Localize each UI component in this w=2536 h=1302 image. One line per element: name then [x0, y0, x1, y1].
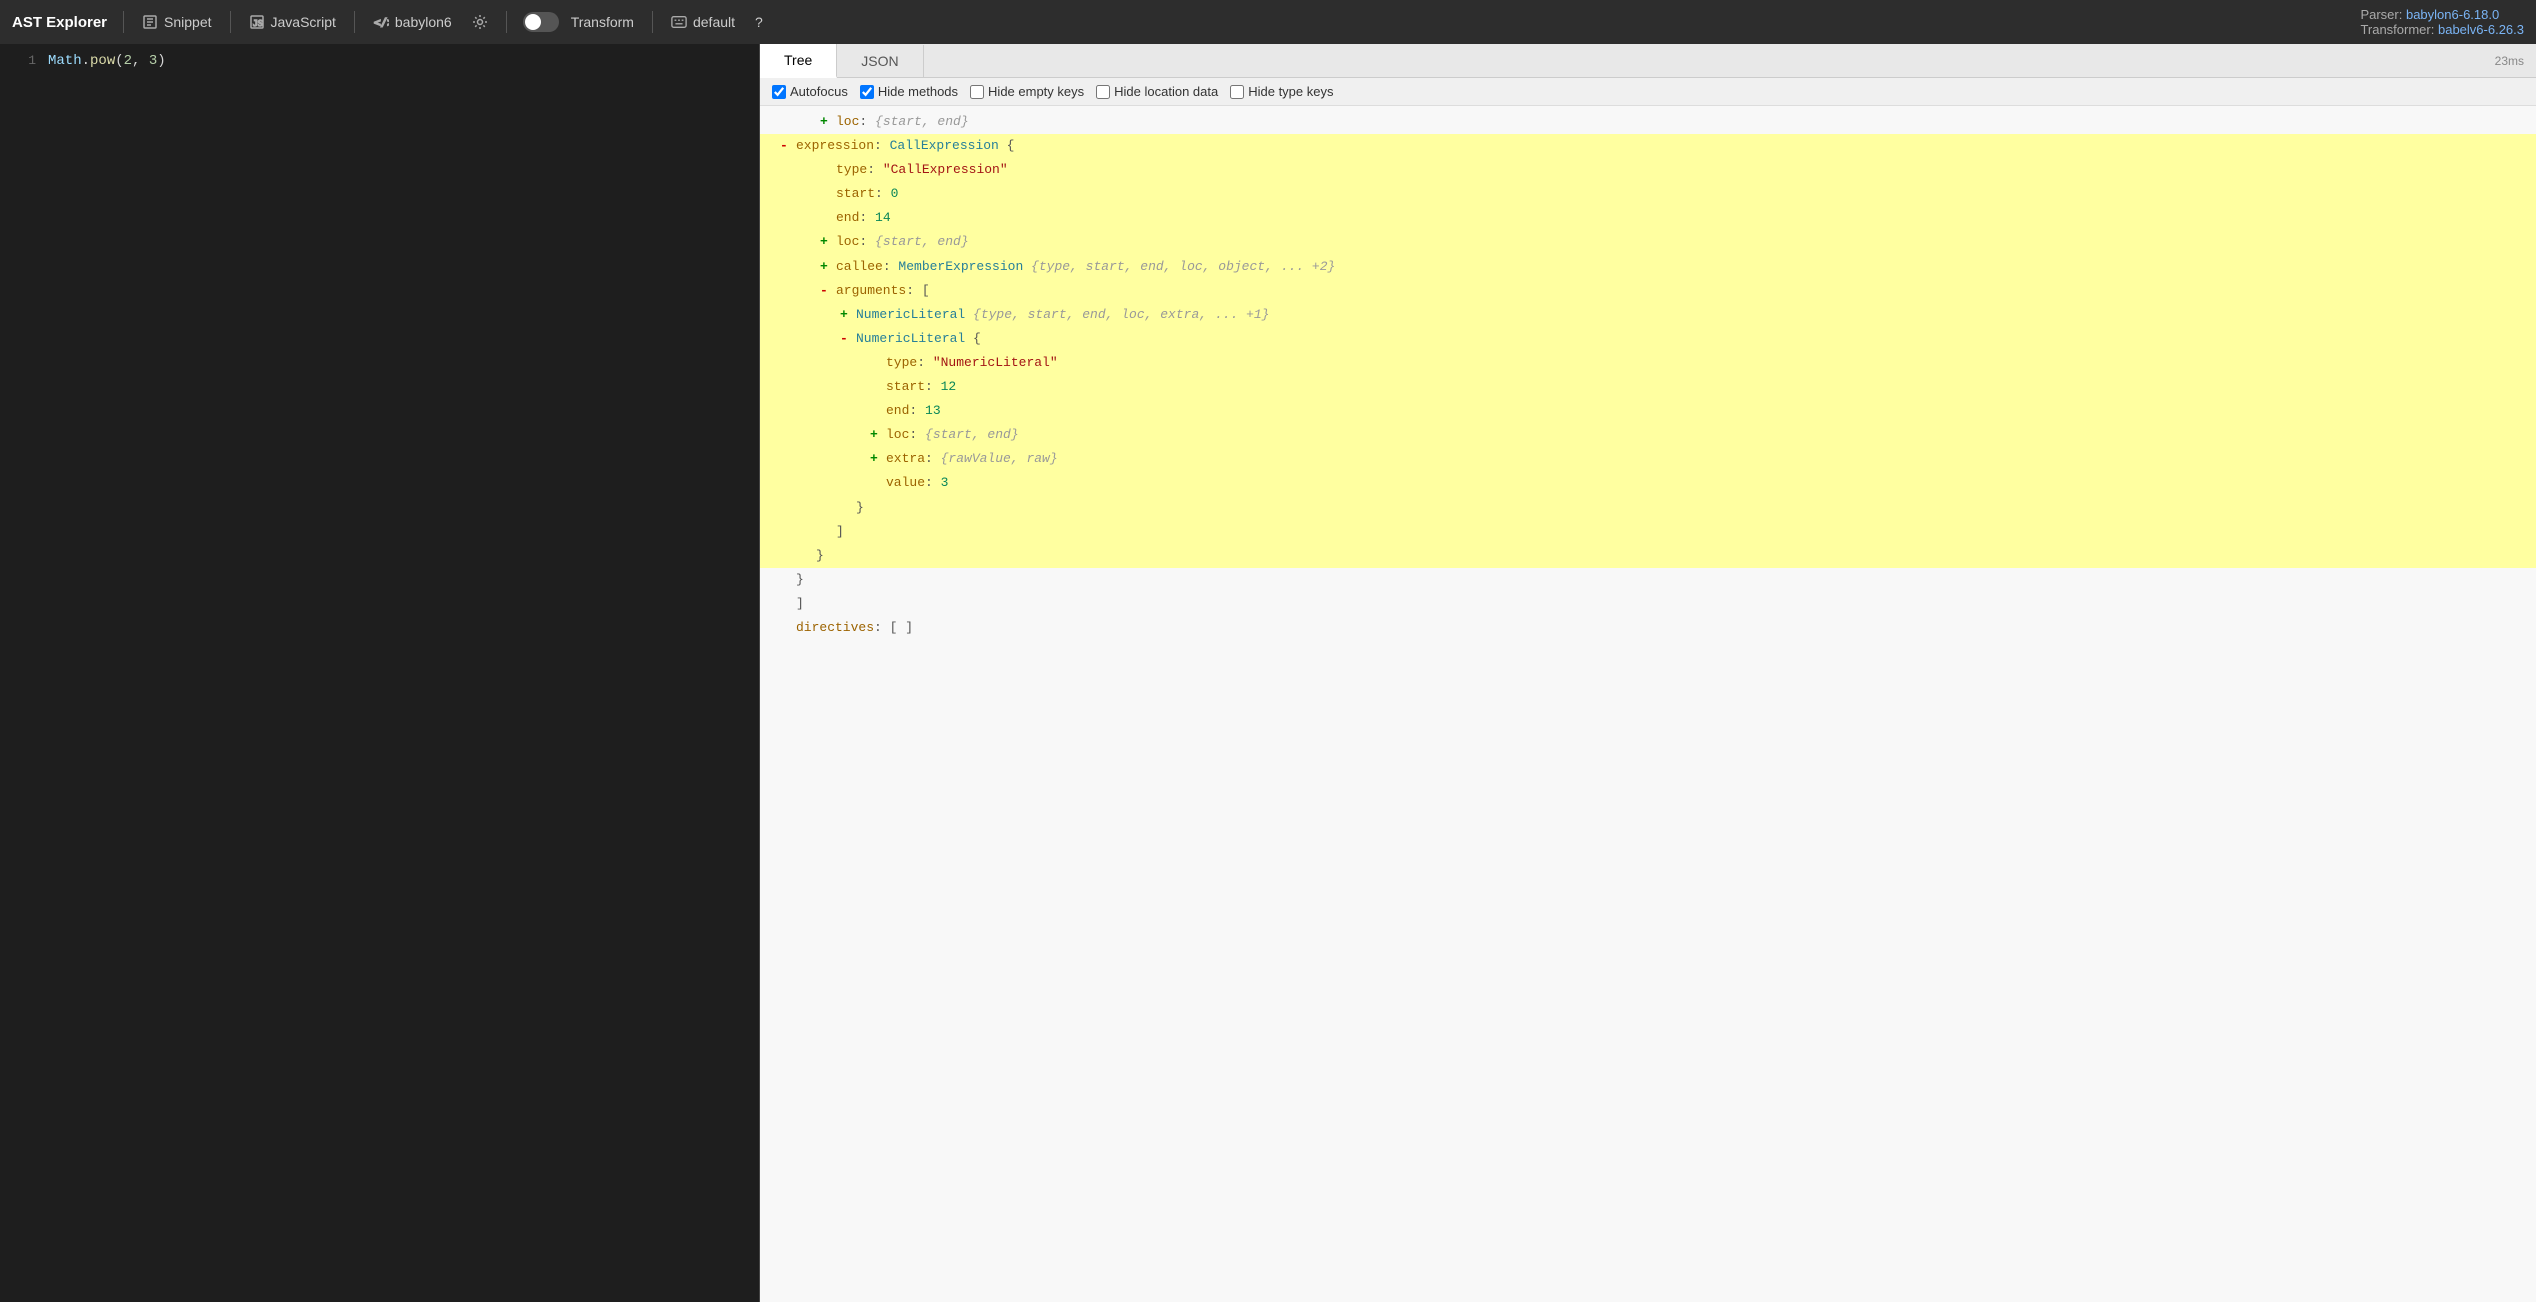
svg-text:</>: </>: [374, 16, 389, 29]
parser-version-link[interactable]: babylon6-6.18.0: [2406, 7, 2499, 22]
hide-location-data-checkbox[interactable]: [1096, 85, 1110, 99]
nav-separator-1: [123, 11, 124, 33]
tree-line-loc-call: + loc: {start, end}: [760, 230, 2536, 254]
svg-text:JS: JS: [253, 19, 263, 28]
main-area: 1 Math.pow(2, 3) Tree JSON 23ms Autofocu…: [0, 44, 2536, 1302]
collapse-arguments[interactable]: -: [820, 280, 832, 302]
help-label: ?: [755, 14, 763, 30]
parser-info-block: Parser: babylon6-6.18.0 Transformer: bab…: [2360, 7, 2524, 37]
expand-loc-top[interactable]: +: [820, 111, 832, 133]
snippet-icon: [142, 14, 158, 30]
tree-line-end: end: 14: [760, 206, 2536, 230]
settings-button[interactable]: [466, 10, 494, 34]
gear-icon: [472, 14, 488, 30]
transform-toggle-wrap[interactable]: Transform: [523, 10, 640, 34]
ast-timing: 23ms: [2495, 54, 2524, 68]
keyboard-icon: [671, 14, 687, 30]
brand-title: AST Explorer: [12, 14, 107, 31]
transformer-info-label: Transformer:: [2360, 22, 2434, 37]
hide-methods-checkbox[interactable]: [860, 85, 874, 99]
option-hide-location-data[interactable]: Hide location data: [1096, 84, 1218, 99]
hide-methods-label: Hide methods: [878, 84, 958, 99]
transformer-version-link[interactable]: babelv6-6.26.3: [2438, 22, 2524, 37]
editor-pane[interactable]: 1 Math.pow(2, 3): [0, 44, 760, 1302]
expand-extra[interactable]: +: [870, 448, 882, 470]
parser-info: Parser: babylon6-6.18.0 Transformer: bab…: [2360, 7, 2524, 37]
autofocus-label: Autofocus: [790, 84, 848, 99]
tree-line-loc-num: + loc: {start, end}: [760, 423, 2536, 447]
ast-pane: Tree JSON 23ms Autofocus Hide methods Hi…: [760, 44, 2536, 1302]
nav-separator-2: [230, 11, 231, 33]
tree-line-extra: + extra: {rawValue, raw}: [760, 447, 2536, 471]
tree-line-close-num: }: [760, 496, 2536, 520]
ast-options: Autofocus Hide methods Hide empty keys H…: [760, 78, 2536, 106]
toggle-knob: [525, 14, 541, 30]
option-autofocus[interactable]: Autofocus: [772, 84, 848, 99]
tree-line-type-num: type: "NumericLiteral": [760, 351, 2536, 375]
parser-label: babylon6: [395, 14, 452, 30]
code-line-1: 1 Math.pow(2, 3): [0, 52, 759, 74]
code-content-1: Math.pow(2, 3): [48, 53, 166, 69]
nav-separator-3: [354, 11, 355, 33]
autofocus-checkbox[interactable]: [772, 85, 786, 99]
snippet-label: Snippet: [164, 14, 211, 30]
nav-separator-5: [652, 11, 653, 33]
default-label: default: [693, 14, 735, 30]
hide-type-keys-label: Hide type keys: [1248, 84, 1333, 99]
parser-icon: </>: [373, 14, 389, 30]
hide-location-data-label: Hide location data: [1114, 84, 1218, 99]
tree-line-expression: - expression: CallExpression {: [760, 134, 2536, 158]
tab-tree[interactable]: Tree: [760, 44, 837, 78]
transform-label[interactable]: Transform: [565, 10, 640, 34]
tree-line-value: value: 3: [760, 471, 2536, 495]
topbar: AST Explorer Snippet JS JavaScript </> b…: [0, 0, 2536, 44]
tree-line-directives: directives: [ ]: [760, 616, 2536, 640]
expand-loc-call[interactable]: +: [820, 231, 832, 253]
line-number-1: 1: [12, 53, 36, 68]
tree-line-num-literal-1: + NumericLiteral {type, start, end, loc,…: [760, 303, 2536, 327]
js-icon: JS: [249, 14, 265, 30]
tree-line-arguments: - arguments: [: [760, 279, 2536, 303]
ast-tabs: Tree JSON 23ms: [760, 44, 2536, 78]
tree-line-end-13: end: 13: [760, 399, 2536, 423]
snippet-menu[interactable]: Snippet: [136, 10, 217, 34]
tree-line-close-expr: }: [760, 544, 2536, 568]
expand-num-literal-1[interactable]: +: [840, 304, 852, 326]
hide-empty-keys-checkbox[interactable]: [970, 85, 984, 99]
hide-empty-keys-label: Hide empty keys: [988, 84, 1084, 99]
tree-line-num-literal-2: - NumericLiteral {: [760, 327, 2536, 351]
collapse-num-literal-2[interactable]: -: [840, 328, 852, 350]
tree-line-close-arr: ]: [760, 592, 2536, 616]
language-menu[interactable]: JS JavaScript: [243, 10, 342, 34]
hide-type-keys-checkbox[interactable]: [1230, 85, 1244, 99]
ast-content[interactable]: + loc: {start, end} - expression: CallEx…: [760, 106, 2536, 1302]
tree-line-start: start: 0: [760, 182, 2536, 206]
parser-menu[interactable]: </> babylon6: [367, 10, 458, 34]
tree-line-loc-top: + loc: {start, end}: [760, 110, 2536, 134]
tree-line-close-args: ]: [760, 520, 2536, 544]
tab-json[interactable]: JSON: [837, 45, 923, 77]
collapse-expression[interactable]: -: [780, 135, 792, 157]
nav-separator-4: [506, 11, 507, 33]
option-hide-methods[interactable]: Hide methods: [860, 84, 958, 99]
tree-line-start-12: start: 12: [760, 375, 2536, 399]
help-button[interactable]: ?: [749, 10, 769, 34]
parser-info-label: Parser:: [2360, 7, 2402, 22]
tree-line-callee: + callee: MemberExpression {type, start,…: [760, 255, 2536, 279]
default-menu[interactable]: default: [665, 10, 741, 34]
js-label: JavaScript: [271, 14, 336, 30]
option-hide-empty-keys[interactable]: Hide empty keys: [970, 84, 1084, 99]
transform-toggle[interactable]: [523, 12, 559, 32]
option-hide-type-keys[interactable]: Hide type keys: [1230, 84, 1333, 99]
tree-line-type-call: type: "CallExpression": [760, 158, 2536, 182]
expand-callee[interactable]: +: [820, 256, 832, 278]
tree-line-close-body: }: [760, 568, 2536, 592]
expand-loc-num[interactable]: +: [870, 424, 882, 446]
